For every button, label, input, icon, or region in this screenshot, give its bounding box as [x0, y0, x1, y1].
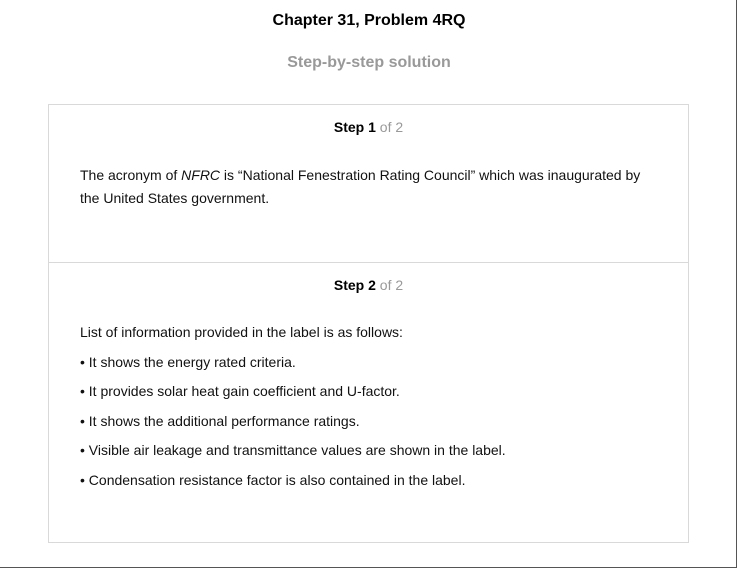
step-1-total: of 2 [379, 119, 404, 135]
step-2-intro: List of information provided in the labe… [80, 324, 403, 340]
step-2-body: List of information provided in the labe… [80, 321, 660, 492]
page-frame: Chapter 31, Problem 4RQ Step-by-step sol… [0, 0, 737, 568]
step-1-word: Step [333, 119, 365, 135]
step-1-body: The acronym of NFRC is “National Fenestr… [80, 164, 660, 210]
solution-subtitle: Step-by-step solution [287, 54, 451, 71]
list-item: • Visible air leakage and transmittance … [80, 442, 506, 458]
page-title: Chapter 31, Problem 4RQ [272, 12, 466, 29]
step-1-paragraph: The acronym of NFRC is “National Fenestr… [80, 164, 660, 210]
list-item: • Condensation resistance factor is also… [80, 471, 466, 488]
step-2-word: Step [333, 277, 365, 293]
step-2-total: of 2 [379, 277, 404, 293]
step-1-acronym: NFRC [181, 167, 221, 183]
step-2-section: Step 2 of 2 List of information provided… [49, 263, 688, 542]
list-item: • It provides solar heat gain coefficien… [80, 383, 400, 399]
step-2-bullet-list: • It shows the energy rated criteria. • … [80, 351, 660, 492]
step-2-number: 2 [368, 277, 376, 293]
step-2-header: Step 2 of 2 [49, 277, 688, 293]
solution-card: Step 1 of 2 The acronym of NFRC is “Nati… [48, 104, 689, 543]
step-1-number: 1 [368, 119, 376, 135]
list-item: • It shows the additional performance ra… [80, 412, 360, 429]
list-item: • It shows the energy rated criteria. [80, 353, 296, 370]
step-1-text-before: The acronym of [80, 167, 182, 183]
step-1-section: Step 1 of 2 The acronym of NFRC is “Nati… [49, 105, 688, 263]
step-1-header: Step 1 of 2 [49, 119, 688, 135]
